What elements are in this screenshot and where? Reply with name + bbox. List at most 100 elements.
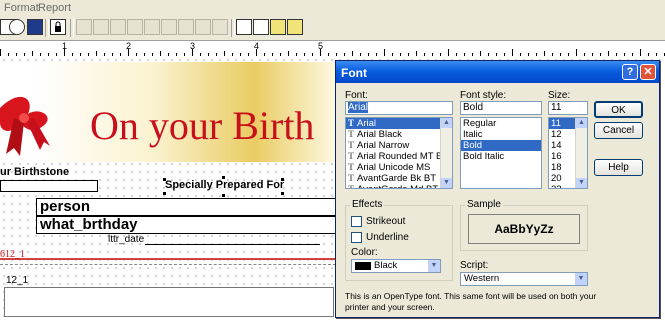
info-text-line1: This is an OpenType font. This same font… [345,291,597,301]
same-width-icon[interactable] [178,19,194,35]
ruler-number: 2 [126,41,132,51]
close-title-button[interactable]: ✕ [640,64,656,80]
row-label: 12_1 [6,275,29,286]
align-bottom-icon[interactable] [161,19,177,35]
size-list-item-label: 22 [551,184,562,188]
group-icon[interactable] [236,19,252,35]
size-list[interactable]: 11121416182022 ▲▼ [548,117,588,189]
font-style-list-item[interactable]: Regular [461,118,541,129]
font-list-item[interactable]: T Arial Narrow [346,140,452,151]
font-list-item[interactable]: T Arial Unicode MS [346,162,452,173]
align-left-icon[interactable] [76,19,92,35]
color-label: Color: [351,247,378,258]
ungroup-icon[interactable] [253,19,269,35]
font-style-input[interactable]: Bold [460,101,542,115]
same-size-icon[interactable] [212,19,228,35]
ellipse-tool-icon[interactable] [9,19,25,35]
truetype-icon: T [348,151,355,161]
align-middle-icon[interactable] [144,19,160,35]
font-list-item[interactable]: T AvantGarde Bk BT [346,173,452,184]
size-list-item-label: 12 [551,129,562,140]
font-list-item[interactable]: T Arial [346,118,452,129]
font-list-item[interactable]: TAvantGarde Md BT [346,184,452,189]
size-list-item-label: 14 [551,140,562,151]
font-style-list-item[interactable]: Bold [461,140,541,151]
dialog-title: Font [341,66,367,80]
dialog-titlebar: Font ? ✕ [336,61,659,83]
lock-icon[interactable] [50,19,66,35]
ribbon-bow-icon [0,96,50,156]
bring-front-icon[interactable] [270,19,286,35]
detail-field[interactable] [4,287,334,317]
help-title-button[interactable]: ? [622,64,638,80]
sample-label: Sample [465,199,503,210]
strikeout-label: Strikeout [366,216,406,227]
size-label: Size: [548,90,571,101]
specially-prepared-label[interactable]: Specially Prepared For [165,179,284,191]
same-height-icon[interactable] [195,19,211,35]
align-center-icon[interactable] [93,19,109,35]
menu-bar: Format Report [0,0,665,16]
script-dropdown-arrow-icon[interactable]: ▼ [575,273,587,285]
font-style-list-item-label: Bold Italic [463,151,505,162]
truetype-icon: T [348,173,355,183]
font-style-list-item[interactable]: Italic [461,129,541,140]
font-dialog: Font ? ✕ Font: Arial T Arial T Arial Black T… [335,60,660,318]
effects-label: Effects [350,199,385,210]
font-list-item-label: Arial Narrow [357,140,410,151]
info-text-line2: printer and your screen. [345,302,435,312]
font-style-list-item-label: Italic [463,129,483,140]
color-dropdown[interactable]: Black ▼ [351,259,441,273]
ruler-tick [0,49,1,56]
color-dropdown-arrow-icon[interactable]: ▼ [428,260,440,272]
what-brthday-label: what_brthday [40,216,138,233]
sample-preview: AaBbYyZz [468,214,580,244]
ruler-number: 5 [318,41,324,51]
ruler-number: 3 [190,41,196,51]
help-button[interactable]: Help [594,159,643,176]
font-label: Font: [345,90,368,101]
font-style-list-item-label: Regular [463,118,497,129]
size-list-item-label: 11 [551,118,561,129]
size-list-scrollbar[interactable]: ▲ ▼ [575,118,587,188]
truetype-icon: T [348,184,355,189]
ruler-number: 4 [254,41,260,51]
ok-button[interactable]: OK [594,101,643,118]
align-right-icon[interactable] [110,19,126,35]
save-icon[interactable] [27,19,43,35]
truetype-icon: T [348,118,355,128]
menu-format[interactable]: Format [4,2,39,14]
lttr-date-label: lttr_date [108,234,145,245]
birthstone-label: ur Birthstone [0,166,70,178]
underline-label: Underline [366,232,409,243]
script-label: Script: [460,260,489,271]
strikeout-checkbox[interactable] [351,216,362,227]
birthstone-field[interactable] [0,180,98,192]
horizontal-ruler: 1 2 3 4 5 [0,41,665,57]
size-list-item-label: 18 [551,162,562,173]
font-list[interactable]: T Arial T Arial Black T Arial Narrow T Arial Ro… [345,117,453,189]
align-top-icon[interactable] [127,19,143,35]
font-list-item-label: Arial Rounded MT Bold [357,151,453,162]
script-dropdown[interactable]: Western ▼ [460,272,588,286]
font-list-item-label: Arial [357,118,377,129]
font-style-list-item[interactable]: Bold Italic [461,151,541,162]
size-list-item-label: 20 [551,173,562,184]
truetype-icon: T [348,140,355,150]
code-label: 612_1 [0,249,25,260]
font-style-list[interactable]: Regular Italic Bold Bold Italic [460,117,542,189]
underline-checkbox[interactable] [351,232,362,243]
menu-report[interactable]: Report [38,2,71,14]
send-back-icon[interactable] [287,19,303,35]
font-input[interactable]: Arial [345,101,453,115]
banner-title: On your Birth [90,103,315,148]
size-input[interactable]: 11 [548,101,588,115]
font-list-item[interactable]: T Arial Rounded MT Bold [346,151,452,162]
ruler-tick [448,49,449,56]
font-list-scrollbar[interactable]: ▲ ▼ [440,118,452,188]
truetype-icon: T [348,129,355,139]
font-list-item[interactable]: T Arial Black [346,129,452,140]
ruler-tick [576,49,577,56]
cancel-button[interactable]: Cancel [594,122,643,139]
ruler-tick [384,49,385,56]
